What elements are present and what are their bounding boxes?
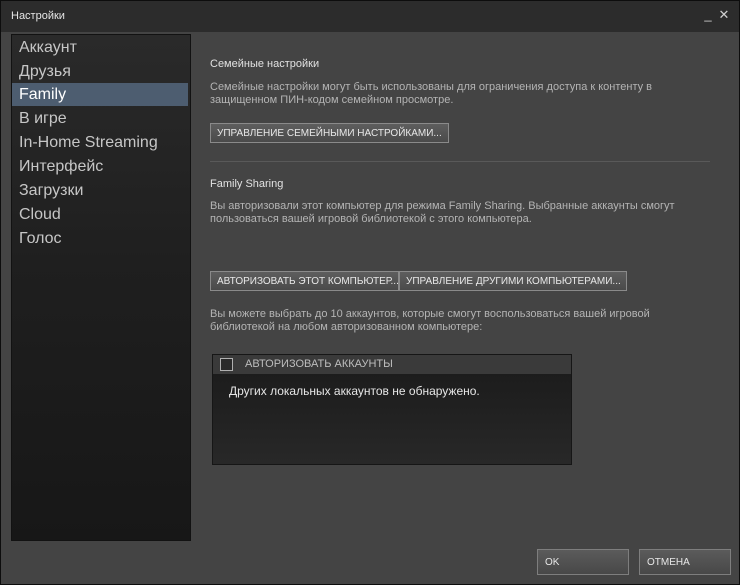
sidebar-item-in-game[interactable]: В игре	[12, 107, 188, 130]
authorize-computer-button[interactable]: АВТОРИЗОВАТЬ ЭТОТ КОМПЬЮТЕР...	[210, 271, 399, 291]
family-sharing-desc-line2: пользоваться вашей игровой библиотекой с…	[210, 213, 532, 225]
sidebar-item-label: In-Home Streaming	[19, 134, 158, 151]
family-settings-title: Семейные настройки	[210, 58, 320, 70]
sidebar-item-family[interactable]: Family	[12, 83, 188, 106]
window-title: Настройки	[11, 10, 65, 22]
ok-button[interactable]: OK	[537, 549, 629, 575]
family-settings-desc-line1: Семейные настройки могут быть использова…	[210, 81, 653, 93]
sidebar-item-label: Загрузки	[19, 182, 84, 199]
sidebar-item-label: В игре	[19, 110, 67, 127]
sidebar-item-label: Cloud	[19, 206, 61, 223]
close-icon[interactable]: ✕	[717, 7, 731, 23]
accounts-empty-message: Других локальных аккаунтов не обнаружено…	[229, 384, 480, 398]
settings-window: Настройки _ ✕ Аккаунт Друзья Family В иг…	[0, 0, 740, 585]
manage-other-computers-button[interactable]: УПРАВЛЕНИЕ ДРУГИМИ КОМПЬЮТЕРАМИ...	[399, 271, 627, 291]
accounts-list-header-label: АВТОРИЗОВАТЬ АККАУНТЫ	[245, 358, 393, 370]
sidebar-item-cloud[interactable]: Cloud	[12, 203, 188, 226]
sidebar-item-label: Аккаунт	[19, 39, 77, 56]
family-sharing-title: Family Sharing	[210, 178, 284, 190]
settings-sidebar: Аккаунт Друзья Family В игре In-Home Str…	[11, 34, 191, 541]
sidebar-item-voice[interactable]: Голос	[12, 227, 188, 250]
accounts-list-header: АВТОРИЗОВАТЬ АККАУНТЫ	[213, 355, 571, 374]
minimize-icon[interactable]: _	[701, 7, 715, 23]
accounts-limit-line1: Вы можете выбрать до 10 аккаунтов, котор…	[210, 308, 650, 320]
accounts-limit-line2: библиотекой на любом авторизованном комп…	[210, 321, 483, 333]
manage-family-settings-button[interactable]: УПРАВЛЕНИЕ СЕМЕЙНЫМИ НАСТРОЙКАМИ...	[210, 123, 449, 143]
settings-content: Семейные настройки Семейные настройки мо…	[191, 34, 739, 539]
sidebar-item-label: Друзья	[19, 63, 71, 80]
family-settings-desc-line2: защищенном ПИН-кодом семейном просмотре.	[210, 94, 454, 106]
section-divider	[210, 161, 710, 162]
sidebar-item-label: Интерфейс	[19, 158, 104, 175]
select-all-accounts-checkbox[interactable]	[220, 358, 233, 371]
sidebar-item-interface[interactable]: Интерфейс	[12, 155, 188, 178]
title-bar[interactable]: Настройки _ ✕	[1, 1, 739, 32]
authorized-accounts-list: АВТОРИЗОВАТЬ АККАУНТЫ Других локальных а…	[212, 354, 572, 465]
sidebar-item-downloads[interactable]: Загрузки	[12, 179, 188, 202]
sidebar-item-account[interactable]: Аккаунт	[12, 36, 188, 59]
sidebar-item-in-home-streaming[interactable]: In-Home Streaming	[12, 131, 188, 154]
sidebar-item-label: Голос	[19, 230, 62, 247]
cancel-button[interactable]: ОТМЕНА	[639, 549, 731, 575]
family-sharing-desc-line1: Вы авторизовали этот компьютер для режим…	[210, 200, 675, 212]
sidebar-item-friends[interactable]: Друзья	[12, 60, 188, 83]
sidebar-item-label: Family	[19, 86, 67, 103]
